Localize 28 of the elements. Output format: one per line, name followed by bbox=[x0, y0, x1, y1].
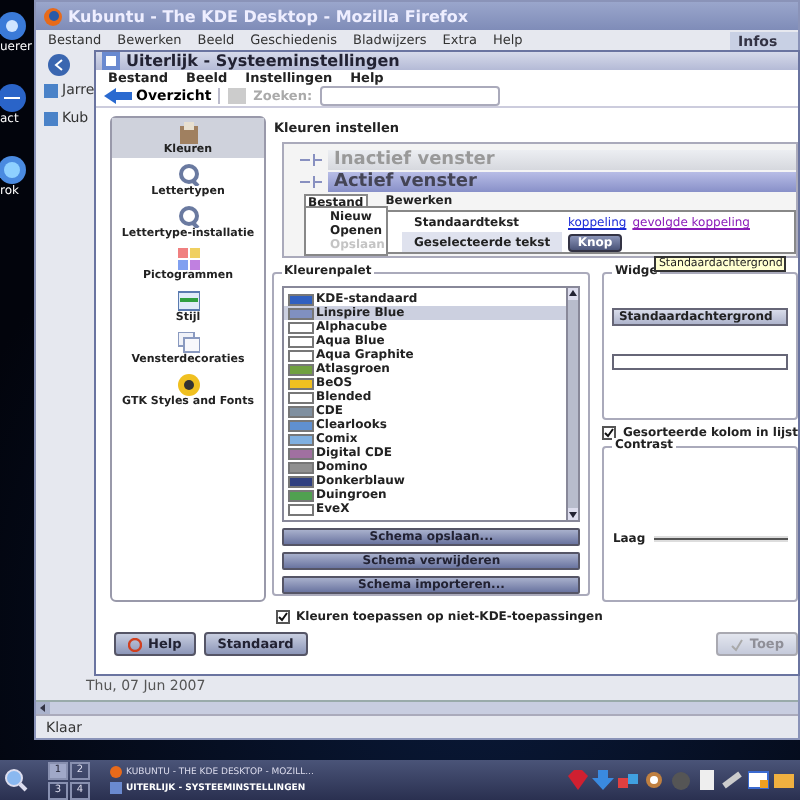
window-title: Kubuntu - The KDE Desktop - Mozilla Firefox bbox=[68, 7, 469, 25]
inactive-window-title: Inactief venster bbox=[328, 150, 796, 171]
document-icon[interactable] bbox=[696, 769, 718, 791]
windows-icon bbox=[177, 332, 199, 355]
check-icon bbox=[729, 637, 744, 652]
back-icon[interactable] bbox=[48, 53, 70, 75]
desktop-icon[interactable] bbox=[0, 152, 26, 184]
back-arrow-icon bbox=[104, 88, 132, 105]
download-icon[interactable] bbox=[592, 769, 614, 791]
active-window-title: Actief venster bbox=[328, 172, 796, 193]
checkbox[interactable] bbox=[276, 610, 290, 625]
color-field[interactable] bbox=[612, 354, 788, 371]
desktop-icon[interactable] bbox=[0, 8, 26, 40]
folder-icon[interactable] bbox=[774, 769, 796, 791]
font-icon bbox=[177, 206, 199, 229]
blocks-icon[interactable] bbox=[618, 769, 640, 791]
font-icon bbox=[177, 164, 199, 187]
icons-icon bbox=[177, 248, 199, 271]
desktop-icon[interactable] bbox=[0, 80, 26, 112]
window-title: Uiterlijk - Systeeminstellingen bbox=[126, 52, 400, 71]
pin-icon bbox=[300, 176, 322, 189]
help-icon bbox=[128, 637, 142, 652]
window-icon[interactable] bbox=[748, 769, 770, 791]
search-field[interactable] bbox=[320, 86, 501, 107]
pin-icon bbox=[300, 154, 322, 167]
scroll-left-icon[interactable] bbox=[36, 702, 50, 714]
style-icon bbox=[177, 290, 199, 313]
checkbox[interactable] bbox=[602, 426, 617, 441]
